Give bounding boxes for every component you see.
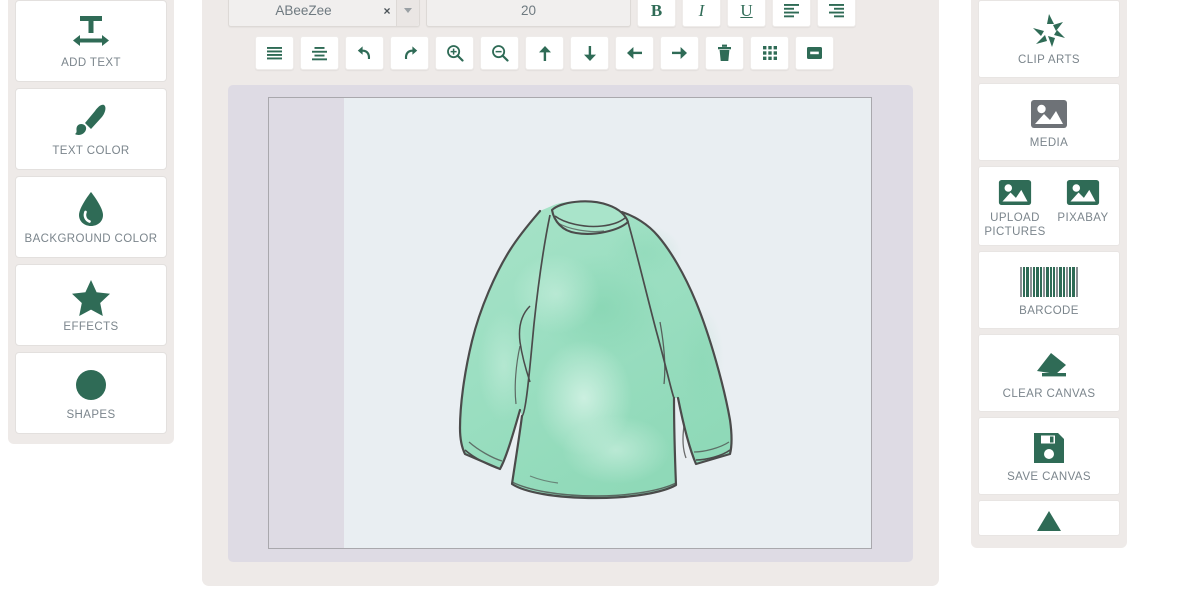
font-family-select[interactable]: ABeeZee × (228, 0, 420, 27)
sidebar-item-add-text[interactable]: ADD TEXT (15, 0, 167, 82)
sidebar-item-clear-canvas[interactable]: CLEAR CANVAS (978, 334, 1120, 412)
eraser-icon (1029, 343, 1069, 387)
sidebar-item-shapes[interactable]: SHAPES (15, 352, 167, 434)
toolbar-row-secondary (202, 36, 939, 70)
star-icon (71, 276, 111, 318)
move-up-button[interactable] (525, 36, 564, 70)
arrow-right-icon (672, 47, 687, 59)
canvas-frame[interactable] (268, 97, 872, 549)
move-left-button[interactable] (615, 36, 654, 70)
arrow-up-icon (538, 45, 551, 61)
grid-button[interactable] (750, 36, 789, 70)
floppy-disk-icon (1032, 426, 1066, 470)
redo-icon (404, 45, 417, 59)
editor-center-panel: ABeeZee × 20 B I U (202, 0, 939, 586)
bold-button[interactable]: B (637, 0, 676, 27)
sidebar-item-upload-group: UPLOAD PICTURES PIXABAY (978, 166, 1120, 246)
sidebar-item-barcode[interactable]: BARCODE (978, 251, 1120, 329)
format-toolbar: ABeeZee × 20 B I U (202, 0, 939, 70)
zoom-out-button[interactable] (480, 36, 519, 70)
clear-font-icon[interactable]: × (378, 4, 396, 18)
underline-button[interactable]: U (727, 0, 766, 27)
font-size-value: 20 (520, 3, 537, 18)
undo-button[interactable] (345, 36, 384, 70)
align-center-button[interactable] (300, 36, 339, 70)
italic-icon: I (698, 1, 705, 20)
sidebar-item-label: BARCODE (1019, 305, 1079, 317)
arrow-left-icon (627, 47, 642, 59)
sidebar-item-background-color[interactable]: BACKGROUND COLOR (15, 176, 167, 258)
arrow-down-icon (583, 45, 596, 61)
align-right-icon (829, 4, 844, 18)
zoom-out-icon (491, 45, 509, 62)
sidebar-item-label: PIXABAY (1057, 212, 1109, 224)
media-image-icon (1030, 92, 1068, 136)
chevron-down-icon (404, 8, 412, 13)
justify-button[interactable] (255, 36, 294, 70)
italic-button[interactable]: I (682, 0, 721, 27)
canvas-backdrop (228, 85, 913, 562)
artboard[interactable] (344, 98, 872, 548)
clip-arts-icon (1029, 9, 1069, 53)
paintbrush-icon (71, 100, 111, 142)
align-center-icon (312, 46, 327, 60)
align-left-icon (784, 4, 799, 18)
sidebar-item-label: CLEAR CANVAS (1002, 388, 1096, 400)
droplet-icon (71, 188, 111, 230)
font-family-value: ABeeZee (275, 3, 332, 18)
font-size-input[interactable]: 20 (426, 0, 631, 27)
grid-icon (762, 46, 777, 60)
upload-picture-icon (998, 173, 1032, 211)
toolbar-row-primary: ABeeZee × 20 B I U (202, 0, 939, 28)
sidebar-item-label: BACKGROUND COLOR (24, 233, 158, 245)
sidebar-item-label: EFFECTS (63, 321, 119, 333)
redo-button[interactable] (390, 36, 429, 70)
sidebar-item-save-canvas[interactable]: SAVE CANVAS (978, 417, 1120, 495)
sidebar-item-label: SAVE CANVAS (1007, 471, 1091, 483)
sidebar-item-media[interactable]: MEDIA (978, 83, 1120, 161)
sidebar-item-effects[interactable]: EFFECTS (15, 264, 167, 346)
right-tools-panel: CLIP ARTS MEDIA UPLOAD PICTURES PIXABAY … (971, 0, 1127, 548)
sidebar-item-label: SHAPES (66, 409, 116, 421)
sidebar-item-upload-pictures[interactable]: UPLOAD PICTURES (981, 173, 1049, 241)
align-right-button[interactable] (817, 0, 856, 27)
sidebar-item-text-color[interactable]: TEXT COLOR (15, 88, 167, 170)
move-right-button[interactable] (660, 36, 699, 70)
rectangle-button[interactable] (795, 36, 834, 70)
move-down-button[interactable] (570, 36, 609, 70)
circle-icon (71, 364, 111, 406)
long-sleeve-shirt-illustration[interactable] (344, 98, 872, 548)
sidebar-item-label: CLIP ARTS (1018, 54, 1080, 66)
zoom-in-button[interactable] (435, 36, 474, 70)
left-toolbar-panel: ADD TEXT TEXT COLOR BACKGROUND COLOR EFF… (8, 0, 174, 444)
delete-button[interactable] (705, 36, 744, 70)
trash-icon (718, 44, 731, 61)
upload-arrow-icon (1032, 509, 1066, 535)
underline-icon: U (740, 1, 753, 20)
align-left-button[interactable] (772, 0, 811, 27)
rectangle-icon (807, 47, 822, 59)
sidebar-item-clip-arts[interactable]: CLIP ARTS (978, 0, 1120, 78)
sidebar-item-label: UPLOAD PICTURES (984, 212, 1046, 238)
undo-icon (357, 45, 370, 59)
sidebar-item-pixabay[interactable]: PIXABAY (1049, 173, 1117, 241)
font-dropdown-toggle[interactable] (396, 0, 419, 26)
zoom-in-icon (446, 45, 464, 62)
sidebar-item-label: MEDIA (1029, 137, 1069, 149)
sidebar-item-label: ADD TEXT (61, 57, 121, 69)
barcode-icon (1020, 260, 1078, 304)
add-text-icon (71, 12, 111, 54)
sidebar-item-upload-partial[interactable] (978, 500, 1120, 536)
sidebar-item-label: TEXT COLOR (52, 145, 130, 157)
bold-icon: B (650, 1, 663, 20)
pixabay-image-icon (1066, 173, 1100, 211)
justify-icon (267, 46, 282, 59)
